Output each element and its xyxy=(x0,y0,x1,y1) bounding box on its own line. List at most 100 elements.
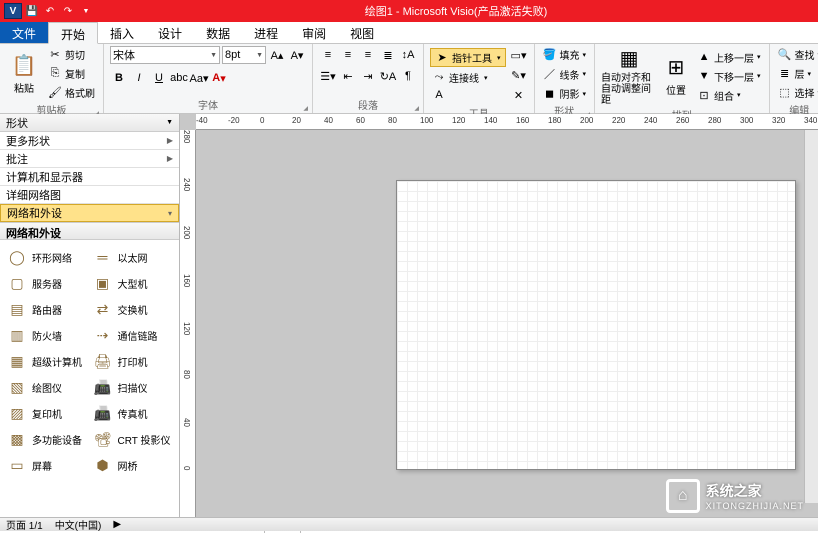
bold-button[interactable]: B xyxy=(110,69,128,87)
category-annotations[interactable]: 批注▶ xyxy=(0,150,179,168)
shapes-panel-header[interactable]: 形状▼ xyxy=(0,114,179,132)
shape-icon: 🖨 xyxy=(92,352,114,370)
shapes-panel: 形状▼ 更多形状▶ 批注▶ 计算机和显示器 详细网络图 网络和外设▾ 网络和外设… xyxy=(0,114,180,517)
shape-icon: ═ xyxy=(92,248,114,266)
shape-item[interactable]: 🖨打印机 xyxy=(90,348,176,374)
pointer-tool-button[interactable]: ➤指针工具▾ xyxy=(430,48,506,67)
cut-button[interactable]: ✂剪切 xyxy=(46,46,97,63)
position-icon: ⊞ xyxy=(668,55,685,80)
shape-item[interactable]: ▧绘图仪 xyxy=(4,374,90,400)
font-name-combo[interactable]: 宋体▼ xyxy=(110,46,220,64)
shape-icon: ▥ xyxy=(6,326,28,344)
cut-icon: ✂ xyxy=(48,48,62,61)
shape-item[interactable]: 📠扫描仪 xyxy=(90,374,176,400)
text-tool-button[interactable]: A xyxy=(430,88,506,102)
layer-icon: ≣ xyxy=(778,67,792,80)
select-icon: ⬚ xyxy=(778,86,792,99)
bring-forward-button[interactable]: ▲上移一层▾ xyxy=(695,49,763,66)
freeform-tool-button[interactable]: ✎▾ xyxy=(510,66,528,84)
tab-data[interactable]: 数据 xyxy=(194,22,242,43)
tab-file[interactable]: 文件 xyxy=(0,22,48,43)
status-page: 页面 1/1 xyxy=(6,517,43,532)
text-direction-button[interactable]: ¶ xyxy=(399,67,417,85)
autoalign-button[interactable]: ▦自动对齐和 自动调整间距 xyxy=(601,46,657,106)
line-button[interactable]: ／线条▾ xyxy=(541,65,589,83)
strike-button[interactable]: abc xyxy=(170,69,188,87)
justify-button[interactable]: ≣ xyxy=(379,46,397,64)
shape-item[interactable]: ◯环形网络 xyxy=(4,244,90,270)
shape-item[interactable]: ▢服务器 xyxy=(4,270,90,296)
vertical-scrollbar[interactable] xyxy=(804,130,818,503)
indent-dec-button[interactable]: ⇤ xyxy=(339,67,357,85)
chevron-right-icon: ▶ xyxy=(167,136,173,145)
shape-item[interactable]: ⬢网桥 xyxy=(90,452,176,478)
format-painter-button[interactable]: 🖌格式刷 xyxy=(46,84,97,101)
group-shape: 🪣填充▾ ／线条▾ ◼阴影▾ 形状 xyxy=(535,44,596,113)
shape-item[interactable]: ▦超级计算机 xyxy=(4,348,90,374)
tab-review[interactable]: 审阅 xyxy=(290,22,338,43)
align-vert-button[interactable]: ↕A xyxy=(399,46,417,64)
shape-item[interactable]: ▭屏幕 xyxy=(4,452,90,478)
send-back-button[interactable]: ▼下移一层▾ xyxy=(695,68,763,85)
copy-icon: ⎘ xyxy=(48,67,62,80)
shape-icon: ⇢ xyxy=(92,326,114,344)
drawing-page[interactable] xyxy=(396,180,796,470)
shape-item[interactable]: ⇢通信链路 xyxy=(90,322,176,348)
drawing-surface[interactable] xyxy=(196,130,818,517)
indent-inc-button[interactable]: ⇥ xyxy=(359,67,377,85)
align-left-button[interactable]: ≡ xyxy=(319,46,337,64)
status-language[interactable]: 中文(中国) xyxy=(55,517,102,532)
rectangle-tool-button[interactable]: ▭▾ xyxy=(510,46,528,64)
save-icon[interactable]: 💾 xyxy=(24,3,40,19)
bullets-button[interactable]: ☰▾ xyxy=(319,67,337,85)
shape-item[interactable]: ▤路由器 xyxy=(4,296,90,322)
shrink-font-button[interactable]: A▾ xyxy=(288,46,306,64)
shape-item[interactable]: ▥防火墙 xyxy=(4,322,90,348)
redo-icon[interactable]: ↷ xyxy=(60,3,76,19)
autoalign-icon: ▦ xyxy=(620,46,639,71)
tab-process[interactable]: 进程 xyxy=(242,22,290,43)
app-icon[interactable]: V xyxy=(4,3,22,19)
category-more-shapes[interactable]: 更多形状▶ xyxy=(0,132,179,150)
category-network-peripherals[interactable]: 网络和外设▾ xyxy=(0,204,179,222)
quick-access-toolbar: V 💾 ↶ ↷ ▼ xyxy=(0,3,94,19)
group-button[interactable]: ⊡组合▾ xyxy=(695,87,763,104)
status-record-icon[interactable]: ▶ xyxy=(113,519,121,530)
shape-item[interactable]: 📽CRT 投影仪 xyxy=(90,426,176,452)
copy-button[interactable]: ⎘复制 xyxy=(46,65,97,82)
font-size-combo[interactable]: 8pt▼ xyxy=(222,46,266,64)
layer-button[interactable]: ≣层▾ xyxy=(776,65,818,82)
fill-button[interactable]: 🪣填充▾ xyxy=(541,46,589,63)
tab-home[interactable]: 开始 xyxy=(48,22,98,44)
shape-item[interactable]: ═以太网 xyxy=(90,244,176,270)
shadow-button[interactable]: ◼阴影▾ xyxy=(541,85,589,102)
group-clipboard: 📋粘贴 ✂剪切 ⎘复制 🖌格式刷 剪贴板 xyxy=(0,44,104,113)
tab-view[interactable]: 视图 xyxy=(338,22,386,43)
shape-item[interactable]: ⇄交换机 xyxy=(90,296,176,322)
shape-item[interactable]: ▩多功能设备 xyxy=(4,426,90,452)
find-button[interactable]: 🔍查找▾ xyxy=(776,46,818,63)
crop-tool-button[interactable]: ✕ xyxy=(510,86,528,104)
tab-design[interactable]: 设计 xyxy=(146,22,194,43)
shape-item[interactable]: ▨复印机 xyxy=(4,400,90,426)
connector-tool-button[interactable]: ⤳连接线▾ xyxy=(430,69,506,86)
qat-dropdown-icon[interactable]: ▼ xyxy=(78,3,94,19)
underline-button[interactable]: U xyxy=(150,69,168,87)
align-right-button[interactable]: ≡ xyxy=(359,46,377,64)
position-button[interactable]: ⊞位置 xyxy=(661,46,691,106)
shape-item[interactable]: 📠传真机 xyxy=(90,400,176,426)
select-button[interactable]: ⬚选择▾ xyxy=(776,84,818,101)
tab-insert[interactable]: 插入 xyxy=(98,22,146,43)
rotate-text-button[interactable]: ↻A xyxy=(379,67,397,85)
category-detailed-network[interactable]: 详细网络图 xyxy=(0,186,179,204)
case-button[interactable]: Aa▾ xyxy=(190,69,208,87)
undo-icon[interactable]: ↶ xyxy=(42,3,58,19)
category-computers[interactable]: 计算机和显示器 xyxy=(0,168,179,186)
group-arrange: ▦自动对齐和 自动调整间距 ⊞位置 ▲上移一层▾ ▼下移一层▾ ⊡组合▾ 排列 xyxy=(595,44,770,113)
grow-font-button[interactable]: A▴ xyxy=(268,46,286,64)
font-color-button[interactable]: A▾ xyxy=(210,69,228,87)
italic-button[interactable]: I xyxy=(130,69,148,87)
paste-button[interactable]: 📋粘贴 xyxy=(6,46,42,101)
shape-item[interactable]: ▣大型机 xyxy=(90,270,176,296)
align-center-button[interactable]: ≡ xyxy=(339,46,357,64)
